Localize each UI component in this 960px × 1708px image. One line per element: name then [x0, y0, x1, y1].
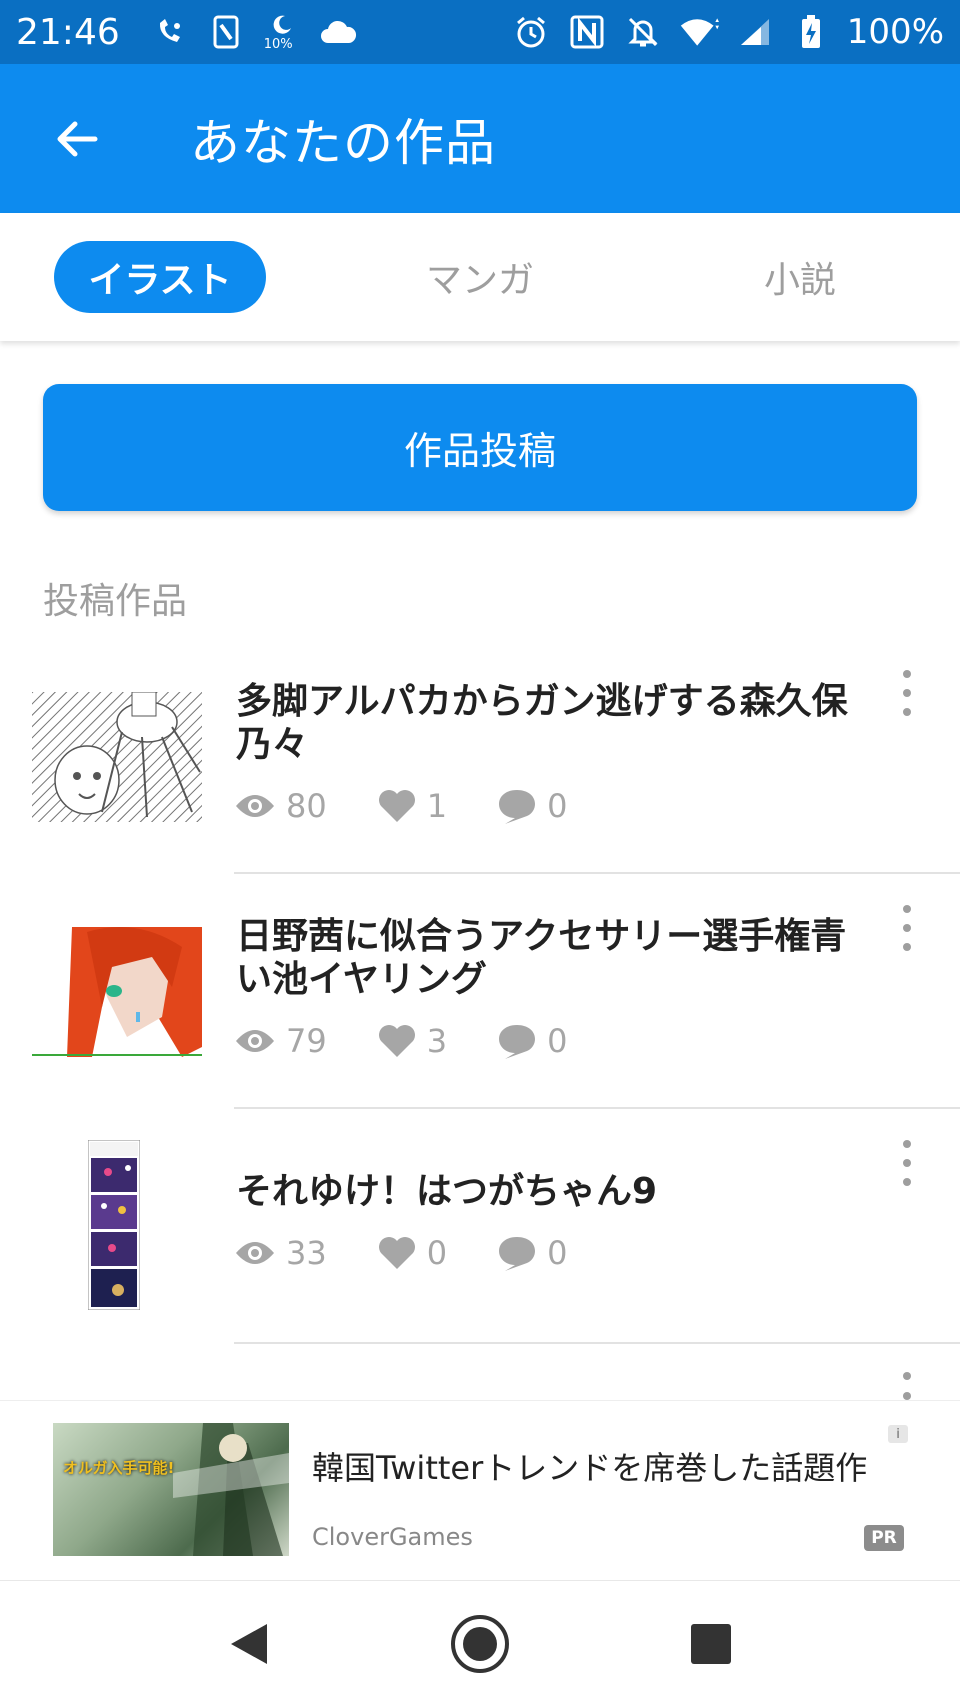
notifications-off-icon [623, 12, 663, 52]
likes-count: 1 [426, 787, 448, 825]
arrow-back-icon [57, 121, 98, 156]
more-dot [903, 1178, 911, 1186]
app-bar: あなたの作品 [0, 64, 960, 213]
work-title[interactable]: 多脚アルパカからガン逃げする森久保乃々 [236, 680, 876, 766]
work-title[interactable]: 日野茜に似合うアクセサリー選手権青い池イヤリング [236, 915, 876, 1001]
more-options-button[interactable] [892, 905, 922, 951]
work-list-item[interactable]: 日野茜に似合うアクセサリー選手権青い池イヤリング 79 3 0 [0, 875, 960, 1109]
ad-info-icon[interactable]: i [888, 1425, 908, 1443]
more-dot [903, 1372, 911, 1380]
comment-icon [499, 1025, 536, 1059]
nfc-card-icon [206, 12, 246, 52]
status-bar: 21:46 10% 100% [0, 0, 960, 64]
comments-count: 0 [547, 787, 568, 825]
work-stats: 80 1 0 [234, 787, 617, 825]
wifi-calling-icon [150, 12, 190, 52]
views-count: 80 [286, 787, 327, 825]
comments-stat: 0 [497, 787, 567, 825]
comments-count: 0 [547, 1234, 568, 1272]
ad-image-text: オルガ入手可能! [63, 1459, 175, 1477]
heart-icon [378, 1025, 415, 1057]
nav-home-button[interactable] [445, 1609, 515, 1679]
triangle-back-icon [231, 1624, 267, 1664]
work-list-item[interactable]: 多脚アルパカからガン逃げする森久保乃々 80 1 0 [0, 640, 960, 874]
status-time: 21:46 [16, 11, 120, 53]
moon-icon: 10% [262, 12, 302, 52]
nfc-icon [567, 12, 607, 52]
more-dot [903, 708, 911, 716]
heart-icon [378, 790, 415, 822]
tab-bar: イラスト マンガ 小説 [0, 213, 960, 341]
battery-charging-icon [791, 12, 831, 52]
nav-back-button[interactable] [214, 1609, 284, 1679]
comments-count: 0 [547, 1022, 568, 1060]
alarm-icon [511, 12, 551, 52]
more-dot [903, 943, 911, 951]
ad-source: CloverGames [312, 1523, 473, 1551]
views-count: 33 [286, 1234, 327, 1272]
eye-icon [236, 1030, 274, 1052]
list-divider [234, 872, 960, 874]
comment-icon [499, 1237, 536, 1271]
work-thumbnail[interactable] [32, 692, 202, 822]
system-nav-bar [0, 1580, 960, 1708]
more-dot [903, 905, 911, 913]
work-stats: 33 0 0 [234, 1234, 617, 1272]
post-work-button[interactable]: 作品投稿 [43, 384, 917, 511]
comment-icon [499, 790, 536, 824]
likes-stat: 1 [377, 787, 447, 825]
signal-icon [735, 12, 775, 52]
tab-illust[interactable]: イラスト [54, 241, 266, 313]
heart-icon [378, 1237, 415, 1269]
cloud-icon [318, 12, 358, 52]
more-dot [903, 1159, 911, 1167]
eye-icon [236, 795, 274, 817]
work-title[interactable]: それゆけ！はつがちゃん9 [236, 1170, 876, 1213]
list-divider [234, 1107, 960, 1109]
work-stats: 79 3 0 [234, 1022, 617, 1060]
comments-stat: 0 [497, 1234, 567, 1272]
more-dot [903, 924, 911, 932]
back-button[interactable] [36, 99, 116, 179]
views-count: 79 [286, 1022, 327, 1060]
views-stat: 79 [234, 1022, 327, 1060]
work-thumbnail[interactable] [32, 927, 202, 1057]
more-options-button[interactable] [892, 670, 922, 716]
ad-image[interactable]: オルガ入手可能! [53, 1423, 289, 1556]
moon-percent: 10% [263, 37, 293, 52]
circle-home-icon [451, 1615, 509, 1673]
section-label: 投稿作品 [43, 581, 188, 622]
status-right-group: 100% [505, 12, 944, 52]
work-list-item[interactable]: それゆけ！はつがちゃん9 33 0 0 [0, 1110, 960, 1344]
tab-novel[interactable]: 小説 [690, 241, 910, 313]
page-title: あなたの作品 [190, 113, 496, 172]
more-options-button[interactable] [892, 1140, 922, 1186]
more-dot [903, 1392, 911, 1400]
work-thumbnail[interactable] [88, 1140, 140, 1310]
more-dot [903, 670, 911, 678]
more-dot [903, 1140, 911, 1148]
ad-title[interactable]: 韓国Twitterトレンドを席巻した話題作 [312, 1443, 867, 1489]
wifi-icon [679, 12, 719, 52]
nav-recents-button[interactable] [676, 1609, 746, 1679]
comments-stat: 0 [497, 1022, 567, 1060]
likes-stat: 0 [377, 1234, 447, 1272]
more-options-button[interactable] [892, 1372, 922, 1400]
eye-icon [236, 1242, 274, 1264]
views-stat: 33 [234, 1234, 327, 1272]
views-stat: 80 [234, 787, 327, 825]
list-divider [234, 1342, 960, 1344]
likes-count: 0 [426, 1234, 448, 1272]
square-recents-icon [691, 1624, 731, 1664]
likes-count: 3 [426, 1022, 448, 1060]
ad-pr-badge: PR [864, 1525, 904, 1551]
likes-stat: 3 [377, 1022, 447, 1060]
ad-banner[interactable]: オルガ入手可能! 韓国Twitterトレンドを席巻した話題作 CloverGam… [0, 1400, 960, 1581]
more-dot [903, 689, 911, 697]
battery-level: 100% [846, 12, 944, 52]
tab-manga[interactable]: マンガ [370, 241, 590, 313]
